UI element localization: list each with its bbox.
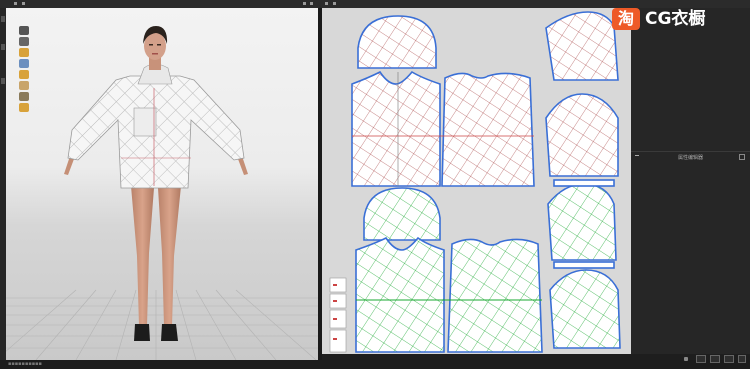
view-mode-button[interactable] — [738, 355, 746, 363]
property-editor-panel: 属性编辑器 — [631, 8, 750, 354]
pattern-piece-sleeve[interactable] — [545, 11, 619, 81]
viewport-3d[interactable] — [6, 8, 318, 360]
menu-dot-icon[interactable] — [14, 2, 17, 5]
watermark-logo: 淘 CG衣橱 — [612, 8, 738, 30]
watermark-text: CG衣橱 — [645, 9, 706, 29]
undock-icon[interactable] — [739, 154, 745, 160]
menu-dot-icon[interactable] — [325, 2, 328, 5]
pattern-piece-cuff[interactable] — [553, 179, 615, 187]
pattern-piece-back[interactable] — [447, 238, 543, 353]
menu-dot-icon[interactable] — [333, 2, 336, 5]
pattern-piece-sleeve[interactable] — [547, 183, 617, 261]
pattern-small-pieces[interactable] — [329, 277, 347, 353]
avatar-head — [143, 26, 168, 70]
pattern-piece-sleeve[interactable] — [545, 93, 619, 177]
settings-icon[interactable] — [684, 357, 688, 361]
menu-dot-icon[interactable] — [310, 2, 313, 5]
rail-tab[interactable] — [1, 78, 5, 84]
pattern-group-selected[interactable] — [351, 11, 619, 187]
status-bar: ▪▪▪▪▪▪▪▪▪▪ — [0, 360, 750, 369]
pattern-piece-back[interactable] — [441, 72, 535, 187]
layout-icon[interactable] — [19, 103, 29, 112]
fold-icon[interactable] — [19, 92, 29, 101]
cursor-icon[interactable] — [19, 26, 29, 35]
view-mode-button[interactable] — [724, 355, 734, 363]
top-toolbar — [0, 0, 750, 8]
hanger-icon[interactable] — [19, 81, 29, 90]
pattern-piece-hood[interactable] — [363, 187, 441, 241]
pattern-piece-hood[interactable] — [357, 15, 437, 69]
pattern-piece-sleeve[interactable] — [549, 269, 621, 349]
pattern-piece-front[interactable] — [351, 70, 441, 187]
menu-dot-icon[interactable] — [22, 2, 25, 5]
property-editor-title: 属性编辑器 — [677, 155, 703, 161]
puffer-jacket[interactable] — [67, 63, 245, 189]
pattern-group-unselected[interactable] — [355, 179, 621, 353]
move-icon[interactable] — [19, 37, 29, 46]
view-mode-button[interactable] — [696, 355, 706, 363]
avatar-icon[interactable] — [19, 70, 29, 79]
rotate-icon[interactable] — [19, 48, 29, 57]
pattern-canvas — [329, 11, 621, 353]
taobao-logo-icon: 淘 — [612, 8, 640, 30]
menu-dot-icon[interactable] — [303, 2, 306, 5]
view-mode-button[interactable] — [710, 355, 720, 363]
pattern-piece-front[interactable] — [355, 236, 445, 353]
pattern-piece-cuff[interactable] — [553, 261, 615, 269]
pattern-window-2d[interactable] — [322, 8, 631, 354]
panel-divider — [631, 151, 750, 152]
sun-icon[interactable] — [19, 59, 29, 68]
avatar-scene — [6, 26, 318, 360]
status-text: ▪▪▪▪▪▪▪▪▪▪ — [8, 361, 42, 367]
rail-tab[interactable] — [1, 16, 5, 22]
rail-tab[interactable] — [1, 44, 5, 50]
